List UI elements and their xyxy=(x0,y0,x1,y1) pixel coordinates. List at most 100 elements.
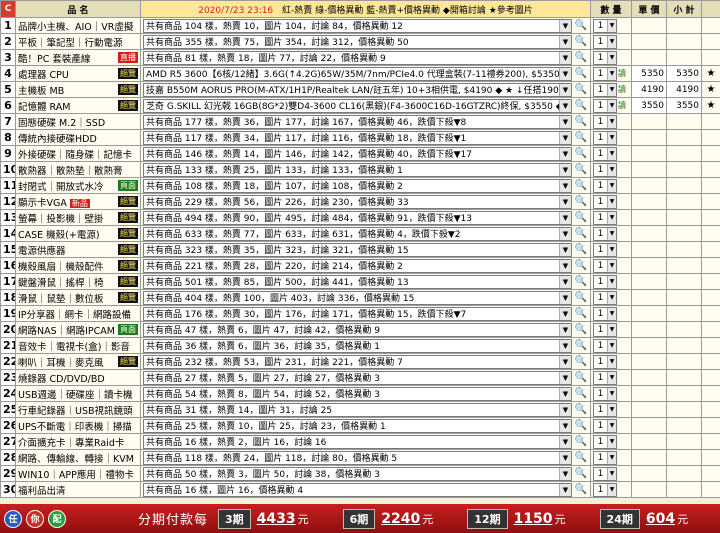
chevron-down-icon[interactable]: ▼ xyxy=(559,403,571,416)
qty-select[interactable]: 1 ▼ xyxy=(593,402,617,417)
chevron-down-icon[interactable]: ▼ xyxy=(559,467,571,480)
qty-select[interactable]: 1 ▼ xyxy=(593,258,617,273)
star-icon[interactable] xyxy=(701,337,720,354)
product-select[interactable]: 共有商品 104 樣，熱賣 10，圖片 104，討論 84，價格異動 12 ▼ xyxy=(143,18,572,33)
qty-select[interactable]: 1 ▼ xyxy=(593,418,617,433)
magnifier-icon[interactable]: 🔍 xyxy=(574,371,588,385)
chevron-down-icon[interactable]: ▼ xyxy=(607,83,616,96)
magnifier-icon[interactable]: 🔍 xyxy=(574,19,588,33)
category-badge[interactable]: 絕覽 xyxy=(118,259,138,271)
category-cell[interactable]: 絕覽 顯示卡VGA 新品 xyxy=(15,193,141,210)
magnifier-icon[interactable]: 🔍 xyxy=(574,51,588,65)
magnifier-icon[interactable]: 🔍 xyxy=(574,115,588,129)
magnifier-icon[interactable]: 🔍 xyxy=(574,99,588,113)
category-cell[interactable]: 福利品出清 xyxy=(15,481,141,498)
chevron-down-icon[interactable]: ▼ xyxy=(607,483,616,496)
category-cell[interactable]: IP分享器｜網卡｜網路設備 xyxy=(15,305,141,322)
chevron-down-icon[interactable]: ▼ xyxy=(607,467,616,480)
category-cell[interactable]: USB週邊｜硬碟座｜讀卡機 xyxy=(15,385,141,402)
category-cell[interactable]: 散熱器｜散熱墊｜散熱膏 xyxy=(15,161,141,178)
magnifier-icon[interactable]: 🔍 xyxy=(574,467,588,481)
qty-select[interactable]: 1 ▼ xyxy=(593,210,617,225)
chevron-down-icon[interactable]: ▼ xyxy=(559,435,571,448)
chevron-down-icon[interactable]: ▼ xyxy=(607,307,616,320)
qty-select[interactable]: 1 ▼ xyxy=(593,114,617,129)
star-icon[interactable] xyxy=(701,113,720,130)
product-select[interactable]: 共有商品 108 樣，熱賣 18，圖片 107，討論 108，價格異動 2 ▼ xyxy=(143,178,572,193)
chevron-down-icon[interactable]: ▼ xyxy=(607,147,616,160)
magnifier-icon[interactable]: 🔍 xyxy=(574,451,588,465)
category-badge[interactable]: 絕覽 xyxy=(118,227,138,239)
chevron-down-icon[interactable]: ▼ xyxy=(559,19,571,32)
star-icon[interactable] xyxy=(701,433,720,450)
category-cell[interactable]: 絕覽 滑鼠｜鼠墊｜數位板 xyxy=(15,289,141,306)
star-icon[interactable] xyxy=(701,257,720,274)
chevron-down-icon[interactable]: ▼ xyxy=(607,243,616,256)
chevron-down-icon[interactable]: ▼ xyxy=(607,275,616,288)
category-badge[interactable]: 絕覽 xyxy=(118,275,138,287)
chevron-down-icon[interactable]: ▼ xyxy=(607,163,616,176)
category-badge[interactable]: 絕覽 xyxy=(118,211,138,223)
chevron-down-icon[interactable]: ▼ xyxy=(559,179,571,192)
product-select[interactable]: 共有商品 117 樣，熱賣 34，圖片 117，討論 116，價格異動 18，跌… xyxy=(143,130,572,145)
category-cell[interactable]: 絕覽 主機板 MB xyxy=(15,81,141,98)
qty-select[interactable]: 1 ▼ xyxy=(593,226,617,241)
chevron-down-icon[interactable]: ▼ xyxy=(607,259,616,272)
category-badge-new[interactable]: 新品 xyxy=(69,198,90,208)
star-icon[interactable] xyxy=(701,353,720,370)
qty-select[interactable]: 1 ▼ xyxy=(593,82,617,97)
qty-select[interactable]: 1 ▼ xyxy=(593,338,617,353)
qty-select[interactable]: 1 ▼ xyxy=(593,322,617,337)
category-cell[interactable]: 音效卡｜電視卡(盒)｜影音 xyxy=(15,337,141,354)
magnifier-icon[interactable]: 🔍 xyxy=(574,419,588,433)
chevron-down-icon[interactable]: ▼ xyxy=(559,83,571,96)
star-icon[interactable] xyxy=(701,145,720,162)
product-select[interactable]: 共有商品 47 樣，熱賣 6，圖片 47，討論 42，價格異動 9 ▼ xyxy=(143,322,572,337)
star-icon[interactable] xyxy=(701,129,720,146)
chevron-down-icon[interactable]: ▼ xyxy=(607,195,616,208)
product-select[interactable]: 共有商品 146 樣，熱賣 14，圖片 146，討論 142，價格異動 40，跌… xyxy=(143,146,572,161)
qty-select[interactable]: 1 ▼ xyxy=(593,50,617,65)
star-icon[interactable] xyxy=(701,241,720,258)
chevron-down-icon[interactable]: ▼ xyxy=(559,275,571,288)
chevron-down-icon[interactable]: ▼ xyxy=(559,147,571,160)
category-cell[interactable]: 傳統內接硬碟HDD xyxy=(15,129,141,146)
match-button[interactable]: 配 xyxy=(48,509,66,528)
qty-select[interactable]: 1 ▼ xyxy=(593,274,617,289)
chevron-down-icon[interactable]: ▼ xyxy=(607,435,616,448)
category-cell[interactable]: 平板｜筆記型｜行動電源 xyxy=(15,33,141,50)
magnifier-icon[interactable]: 🔍 xyxy=(574,259,588,273)
qty-select[interactable]: 1 ▼ xyxy=(593,434,617,449)
chevron-down-icon[interactable]: ▼ xyxy=(559,131,571,144)
star-icon[interactable] xyxy=(701,49,720,66)
qty-select[interactable]: 1 ▼ xyxy=(593,466,617,481)
qty-select[interactable]: 1 ▼ xyxy=(593,450,617,465)
qty-select[interactable]: 1 ▼ xyxy=(593,354,617,369)
chevron-down-icon[interactable]: ▼ xyxy=(559,307,571,320)
product-select[interactable]: 共有商品 81 樣，熱賣 18，圖片 77，討論 22，價格異動 9 ▼ xyxy=(143,50,572,65)
qty-select[interactable]: 1 ▼ xyxy=(593,66,617,81)
product-select[interactable]: AMD R5 3600【6核/12緒】3.6G(↑4.2G)65W/35M/7n… xyxy=(143,66,572,81)
qty-tag[interactable]: 讀 xyxy=(618,101,626,110)
chevron-down-icon[interactable]: ▼ xyxy=(607,99,616,112)
chevron-down-icon[interactable]: ▼ xyxy=(559,419,571,432)
category-badge[interactable]: 頁面 xyxy=(118,179,138,191)
product-select[interactable]: 共有商品 494 樣，熱賣 90，圖片 495，討論 484，價格異動 91，跌… xyxy=(143,210,572,225)
star-icon[interactable] xyxy=(701,385,720,402)
chevron-down-icon[interactable]: ▼ xyxy=(559,483,571,496)
qty-tag[interactable]: 讀 xyxy=(618,69,626,78)
star-icon[interactable] xyxy=(701,465,720,482)
magnifier-icon[interactable]: 🔍 xyxy=(574,35,588,49)
star-icon[interactable] xyxy=(701,449,720,466)
category-cell[interactable]: 外接硬碟｜隨身碟｜記憶卡 xyxy=(15,145,141,162)
category-badge[interactable]: 頁面 xyxy=(118,323,138,335)
category-cell[interactable]: 行車紀錄器｜USB視訊鏡頭 xyxy=(15,401,141,418)
chevron-down-icon[interactable]: ▼ xyxy=(559,339,571,352)
magnifier-icon[interactable]: 🔍 xyxy=(574,243,588,257)
category-cell[interactable]: 絕覽 處理器 CPU xyxy=(15,65,141,82)
chevron-down-icon[interactable]: ▼ xyxy=(559,291,571,304)
chevron-down-icon[interactable]: ▼ xyxy=(559,227,571,240)
star-icon[interactable] xyxy=(701,369,720,386)
qty-select[interactable]: 1 ▼ xyxy=(593,386,617,401)
magnifier-icon[interactable]: 🔍 xyxy=(574,275,588,289)
